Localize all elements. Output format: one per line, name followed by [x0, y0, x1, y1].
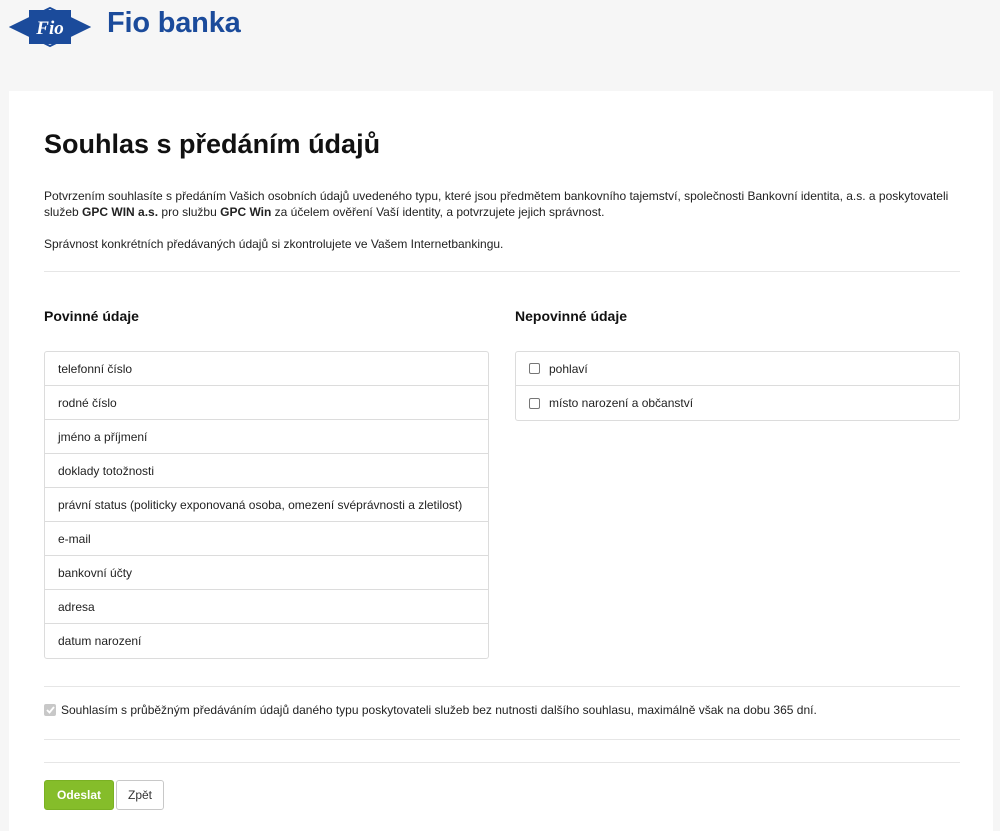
required-item: právní status (politicky exponovaná osob…	[45, 488, 488, 522]
fio-logo[interactable]: Fio Fio banka	[9, 5, 249, 49]
divider	[44, 739, 960, 740]
fio-flag-icon: Fio	[9, 6, 91, 48]
intro-paragraph-1: Potvrzením souhlasíte s předáním Vašich …	[44, 189, 949, 219]
required-item: datum narození	[45, 624, 488, 658]
optional-item-checkbox[interactable]	[529, 397, 540, 409]
required-item-label: adresa	[58, 599, 95, 614]
required-item-label: bankovní účty	[58, 565, 133, 580]
back-button[interactable]: Zpět	[116, 780, 165, 810]
divider	[44, 271, 960, 272]
consent-checkbox-row[interactable]: Souhlasím s průběžným předáváním údajů d…	[44, 703, 817, 717]
required-title: Povinné údaje	[44, 308, 139, 324]
required-item-label: datum narození	[58, 634, 142, 648]
intro-paragraph-2: Správnost konkrétních předávaných údajů …	[44, 237, 504, 251]
consent-label: Souhlasím s průběžným předáváním údajů d…	[61, 703, 817, 717]
required-item-label: e-mail	[58, 531, 91, 546]
brand-name: Fio banka	[107, 7, 241, 39]
header: Fio Fio banka	[0, 0, 1000, 90]
required-item: telefonní číslo	[45, 352, 488, 386]
required-item-label: rodné číslo	[58, 395, 117, 410]
required-item: bankovní účty	[45, 556, 488, 590]
required-item: adresa	[45, 590, 488, 624]
optional-item-checkbox[interactable]	[529, 363, 540, 374]
submit-button[interactable]: Odeslat	[44, 780, 115, 810]
divider	[44, 686, 960, 687]
required-item: rodné číslo	[45, 386, 488, 420]
required-list: telefonní číslo rodné číslo jméno a příjme…	[44, 351, 489, 659]
required-item: doklady totožnosti	[45, 454, 488, 488]
required-item-label: telefonní číslo	[58, 361, 133, 376]
required-item: e-mail	[45, 522, 488, 556]
optional-item-label: místo narození a občanství	[549, 396, 694, 410]
consent-card: Souhlas s předáním údajů Potvrzením souh…	[9, 91, 993, 831]
optional-item[interactable]: místo narození a občanství	[516, 386, 959, 420]
consent-checkbox[interactable]	[44, 704, 56, 716]
required-item-label: jméno a příjmení	[58, 429, 148, 444]
page-title: Souhlas s předáním údajů	[44, 129, 381, 159]
required-item-label: doklady totožnosti	[58, 463, 155, 478]
required-item: jméno a příjmení	[45, 420, 488, 454]
optional-item-label: pohlaví	[549, 361, 588, 376]
required-item-label: právní status (politicky exponovaná osob…	[58, 497, 463, 512]
check-icon	[45, 706, 55, 714]
logo-text: Fio	[35, 18, 63, 39]
optional-list: pohlaví místo narození a občanství	[515, 351, 960, 421]
optional-item[interactable]: pohlaví	[516, 352, 959, 386]
optional-title: Nepovinné údaje	[515, 308, 628, 324]
intro-text: Potvrzením souhlasíte s předáním Vašich …	[44, 188, 964, 252]
divider	[44, 762, 960, 763]
